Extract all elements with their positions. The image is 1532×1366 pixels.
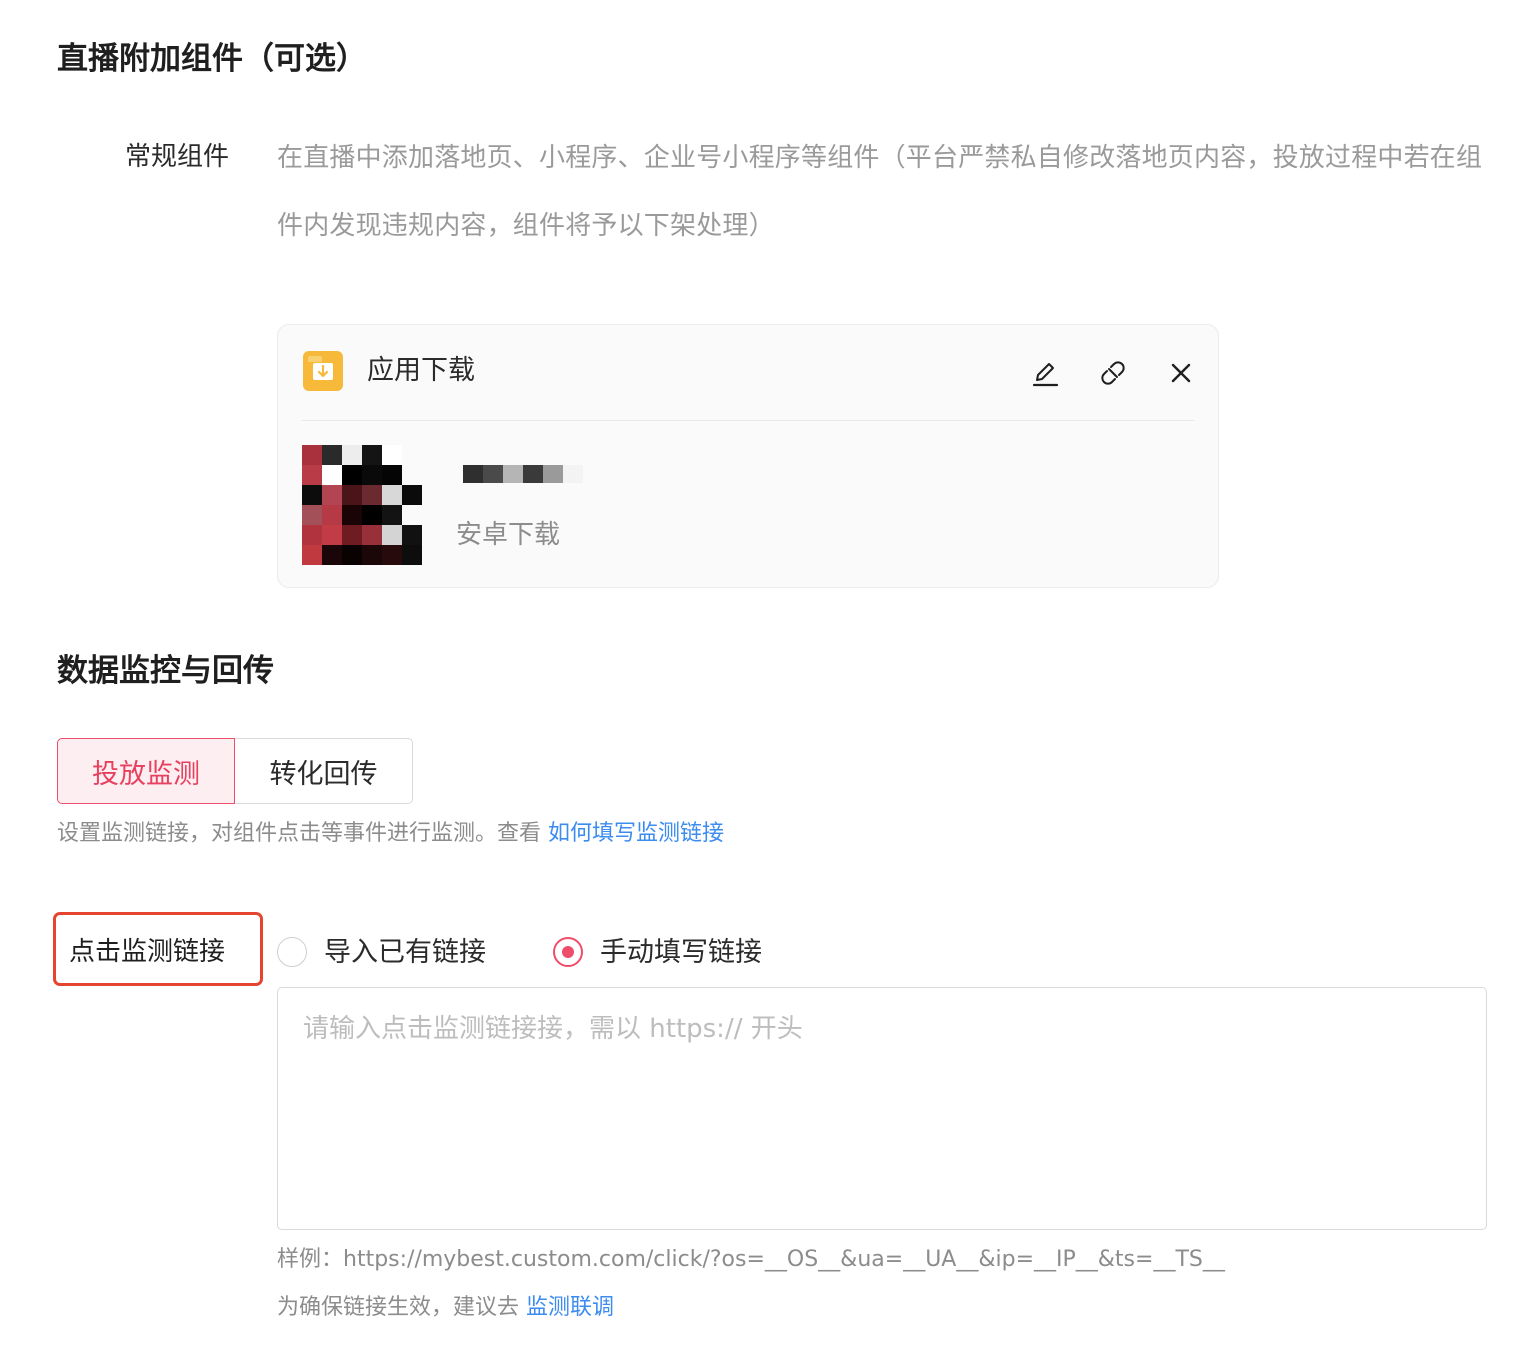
app-name-redacted	[463, 465, 583, 483]
monitor-hint: 设置监测链接，对组件点击等事件进行监测。查看 如何填写监测链接	[57, 823, 724, 845]
card-divider	[302, 420, 1194, 421]
app-icon-thumbnail	[302, 445, 422, 565]
radio-import-existing[interactable]	[277, 937, 307, 967]
components-description: 在直播中添加落地页、小程序、企业号小程序等组件（平台严禁私自修改落地页内容，投放…	[277, 143, 1483, 241]
edit-icon[interactable]	[1025, 353, 1065, 393]
folder-download-icon	[303, 351, 343, 391]
click-monitor-url-input[interactable]	[277, 987, 1487, 1230]
joint-debug-tip-text: 为确保链接生效，建议去	[277, 1295, 520, 1320]
card-title: 应用下载	[367, 355, 475, 386]
tab-conversion-callback[interactable]: 转化回传	[235, 738, 413, 804]
radio-label-import-existing[interactable]: 导入已有链接	[324, 939, 486, 966]
monitor-tabs: 投放监测 转化回传	[57, 738, 413, 804]
app-download-card: 应用下载 安卓下载	[277, 324, 1219, 588]
link-icon[interactable]	[1093, 353, 1133, 393]
click-monitor-label: 点击监测链接	[69, 937, 226, 967]
monitor-hint-text: 设置监测链接，对组件点击等事件进行监测。查看	[57, 821, 542, 846]
radio-manual-fill[interactable]	[553, 937, 583, 967]
tab-delivery-monitor[interactable]: 投放监测	[57, 738, 235, 804]
close-icon[interactable]	[1161, 353, 1201, 393]
field-label-regular-components: 常规组件	[125, 142, 230, 172]
example-url: 样例：https://mybest.custom.com/click/?os=_…	[277, 1247, 1225, 1272]
section-title-data-monitor: 数据监控与回传	[57, 653, 274, 689]
radio-label-manual-fill[interactable]: 手动填写链接	[600, 939, 762, 966]
app-subtitle: 安卓下载	[456, 520, 561, 550]
how-to-fill-link[interactable]: 如何填写监测链接	[548, 821, 724, 846]
joint-debug-tip: 为确保链接生效，建议去 监测联调	[277, 1297, 614, 1319]
joint-debug-link[interactable]: 监测联调	[526, 1295, 614, 1320]
section-title-live-components: 直播附加组件（可选）	[57, 41, 367, 77]
